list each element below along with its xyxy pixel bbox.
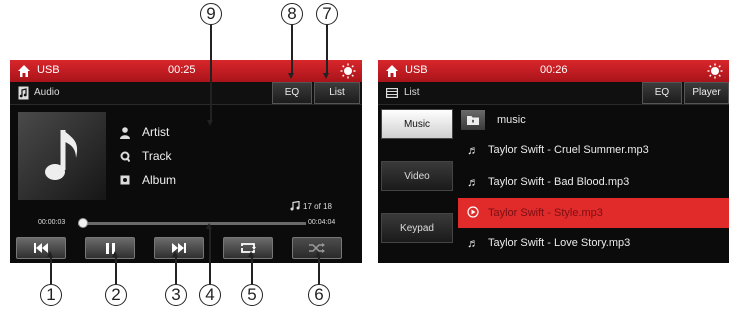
callout-5: 5 xyxy=(241,284,263,306)
callout-8: 8 xyxy=(281,3,303,25)
track-label: Track xyxy=(142,149,172,163)
list-item-selected[interactable]: Taylor Swift - Style.mp3 xyxy=(458,198,729,228)
status-bar: USB 00:25 xyxy=(10,60,362,82)
home-icon[interactable] xyxy=(385,64,399,78)
brightness-icon[interactable] xyxy=(707,63,723,79)
music-note-icon: ♬ xyxy=(467,175,479,189)
callout-7: 7 xyxy=(316,3,338,25)
eq-button[interactable]: EQ xyxy=(642,82,682,104)
callout-4: 4 xyxy=(199,284,221,306)
brightness-icon[interactable] xyxy=(340,63,356,79)
file-list-screen: USB 00:26 List EQ Player Music Video Key… xyxy=(378,60,729,263)
progress-knob[interactable] xyxy=(77,218,88,228)
callout-3: 3 xyxy=(165,284,187,306)
music-note-icon: ♬ xyxy=(467,143,479,157)
callout-2: 2 xyxy=(105,284,127,306)
list-item[interactable]: ♬ Taylor Swift - Bad Blood.mp3 xyxy=(458,167,729,197)
audio-file-icon xyxy=(18,86,29,100)
album-art xyxy=(18,112,106,200)
player-button[interactable]: Player xyxy=(684,82,729,104)
callout-1-leader xyxy=(47,251,53,284)
callout-5-leader xyxy=(248,251,254,284)
callout-2-leader xyxy=(112,251,118,284)
next-button[interactable] xyxy=(154,237,204,259)
music-note-icon: ♬ xyxy=(467,236,479,250)
eq-button[interactable]: EQ xyxy=(272,82,312,104)
folder-name: music xyxy=(497,114,526,126)
pause-button[interactable] xyxy=(85,237,135,259)
skip-back-icon xyxy=(34,243,48,253)
playing-icon xyxy=(458,205,488,221)
callout-4-leader xyxy=(206,223,212,284)
artist-icon xyxy=(120,127,130,139)
home-icon[interactable] xyxy=(17,64,31,78)
callout-8-leader xyxy=(288,25,294,79)
tab-keypad[interactable]: Keypad xyxy=(381,213,453,243)
status-bar: USB 00:26 xyxy=(378,60,729,82)
mode-bar: List EQ Player xyxy=(378,82,729,105)
list-item[interactable]: ♬ Taylor Swift - Cruel Summer.mp3 xyxy=(458,135,729,165)
callout-3-leader xyxy=(172,251,178,284)
source-label: USB xyxy=(37,64,60,76)
music-note-icon xyxy=(45,130,78,180)
mode-label: Audio xyxy=(34,87,60,98)
source-label: USB xyxy=(405,64,428,76)
audio-player-screen: USB 00:25 Audio EQ List Artist Track Alb… xyxy=(10,60,362,263)
list-button[interactable]: List xyxy=(314,82,360,104)
mode-label: List xyxy=(404,87,420,98)
playlist-note-icon xyxy=(290,201,300,211)
list-item[interactable]: ♬ Taylor Swift - Love Story.mp3 xyxy=(458,228,729,258)
tab-video[interactable]: Video xyxy=(381,161,453,191)
artist-label: Artist xyxy=(142,125,170,139)
elapsed-time: 00:00:03 xyxy=(38,219,66,226)
mode-bar: Audio EQ List xyxy=(10,82,362,105)
callout-9: 9 xyxy=(200,3,222,25)
clock: 00:26 xyxy=(540,64,568,76)
tab-music[interactable]: Music xyxy=(381,109,453,139)
file-name: Taylor Swift - Bad Blood.mp3 xyxy=(488,176,630,188)
file-name: Taylor Swift - Style.mp3 xyxy=(488,207,603,219)
callout-1: 1 xyxy=(40,284,62,306)
file-name: Taylor Swift - Love Story.mp3 xyxy=(488,237,631,249)
track-icon xyxy=(120,151,130,162)
callout-6: 6 xyxy=(308,284,330,306)
album-icon xyxy=(120,175,130,185)
list-icon xyxy=(386,88,398,98)
album-label: Album xyxy=(142,173,177,187)
callout-7-leader xyxy=(323,25,329,79)
track-count: 17 of 18 xyxy=(303,202,332,211)
callout-6-leader xyxy=(315,251,321,284)
folder-icon xyxy=(461,110,485,130)
previous-button[interactable] xyxy=(16,237,66,259)
clock: 00:25 xyxy=(168,64,196,76)
callout-9-leader xyxy=(207,25,213,126)
total-time: 00:04:04 xyxy=(308,219,336,226)
progress-track[interactable] xyxy=(78,222,306,225)
file-name: Taylor Swift - Cruel Summer.mp3 xyxy=(488,144,649,156)
folder-row[interactable]: music xyxy=(458,105,729,135)
